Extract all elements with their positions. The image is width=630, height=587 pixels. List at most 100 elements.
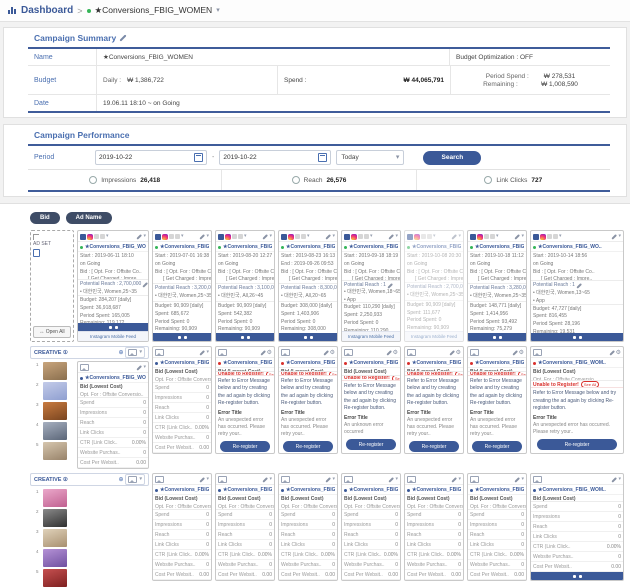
gear-icon[interactable]: ⚙ xyxy=(267,350,272,356)
metric-link-clicks[interactable]: Link Clicks 727 xyxy=(416,170,610,190)
audience-network-icon[interactable] xyxy=(547,234,552,239)
messenger-icon[interactable] xyxy=(427,234,432,239)
messenger-icon[interactable] xyxy=(238,234,243,239)
edit-pencil-icon[interactable] xyxy=(325,234,331,240)
messenger-icon[interactable] xyxy=(364,234,369,239)
bid-button[interactable]: Bid xyxy=(30,212,60,224)
audience-network-icon[interactable] xyxy=(232,234,237,239)
edit-pencil-icon[interactable] xyxy=(449,350,455,356)
chevron-down-icon[interactable]: ▾ xyxy=(269,234,272,239)
chevron-down-icon[interactable]: ▾ xyxy=(395,234,398,239)
messenger-icon[interactable] xyxy=(301,234,306,239)
edit-pencil-icon[interactable] xyxy=(388,234,394,240)
calendar-icon[interactable] xyxy=(194,153,203,162)
facebook-icon[interactable] xyxy=(281,234,287,240)
facebook-icon[interactable] xyxy=(407,234,413,240)
creative-thumbnail[interactable]: 4 xyxy=(43,549,67,567)
facebook-icon[interactable] xyxy=(344,234,350,240)
chevron-down-icon[interactable]: ▾ xyxy=(618,477,621,482)
edit-pencil-icon[interactable] xyxy=(142,282,146,288)
placement-select-chevron-icon[interactable]: ▾ xyxy=(559,234,562,239)
creative-thumbnail[interactable]: 2 xyxy=(43,509,67,527)
see-all-badge[interactable]: See All xyxy=(581,381,599,388)
edit-pencil-icon[interactable] xyxy=(386,350,392,356)
placement-select-chevron-icon[interactable]: ▾ xyxy=(244,234,247,239)
instagram-icon[interactable] xyxy=(540,234,546,240)
placement-select-chevron-icon[interactable]: ▾ xyxy=(496,234,499,239)
placement-select-chevron-icon[interactable]: ▾ xyxy=(370,234,373,239)
radio-impressions[interactable] xyxy=(89,176,97,184)
audience-network-icon[interactable] xyxy=(421,234,426,239)
edit-pencil-icon[interactable] xyxy=(387,283,393,289)
gear-icon[interactable]: ⚙ xyxy=(456,350,461,356)
edit-pencil-icon[interactable] xyxy=(451,234,457,240)
creative-thumbnail[interactable]: 2 xyxy=(43,382,67,400)
chevron-down-icon[interactable]: ▾ xyxy=(206,477,209,482)
platform-bar[interactable] xyxy=(468,333,526,341)
period-start-input[interactable]: 2019-10-22 xyxy=(95,150,207,165)
calendar-icon[interactable] xyxy=(318,153,327,162)
audience-network-icon[interactable] xyxy=(94,234,99,239)
creative-thumbnail[interactable]: 5 xyxy=(43,569,67,587)
radio-link-clicks[interactable] xyxy=(484,176,492,184)
chevron-down-icon[interactable]: ▾ xyxy=(618,234,621,239)
chevron-down-icon[interactable]: ▾ xyxy=(458,234,461,239)
edit-pencil-icon[interactable] xyxy=(514,477,520,483)
instagram-icon[interactable] xyxy=(87,234,93,240)
duplicate-icon[interactable]: ⊕ xyxy=(118,477,123,483)
re-register-button[interactable]: Re-register xyxy=(472,441,522,452)
platform-bar[interactable] xyxy=(531,333,623,341)
edit-pencil-icon[interactable] xyxy=(199,234,205,240)
platform-bar[interactable] xyxy=(531,572,623,580)
audience-network-icon[interactable] xyxy=(169,234,174,239)
chevron-down-icon[interactable]: ▾ xyxy=(332,234,335,239)
gear-icon[interactable]: ⚙ xyxy=(393,350,398,356)
chevron-down-icon[interactable]: ▾ xyxy=(521,477,524,482)
messenger-icon[interactable] xyxy=(490,234,495,239)
edit-pencil-icon[interactable] xyxy=(199,350,205,356)
audience-network-icon[interactable] xyxy=(295,234,300,239)
edit-pencil-icon[interactable] xyxy=(611,234,617,240)
chevron-down-icon[interactable]: ▾ xyxy=(143,234,146,239)
metric-impressions[interactable]: Impressions 26,418 xyxy=(28,170,221,190)
edit-pencil-icon[interactable] xyxy=(512,350,518,356)
re-register-button[interactable]: Re-register xyxy=(283,441,333,452)
facebook-icon[interactable] xyxy=(80,234,86,240)
creative-view-select[interactable]: ▾ xyxy=(125,347,145,358)
chevron-down-icon[interactable]: ▾ xyxy=(216,7,220,14)
search-button[interactable]: Search xyxy=(423,151,481,165)
edit-pencil-icon[interactable] xyxy=(323,350,329,356)
gear-icon[interactable]: ⚙ xyxy=(616,350,621,356)
re-register-button[interactable]: Re-register xyxy=(220,441,270,452)
messenger-icon[interactable] xyxy=(175,234,180,239)
duplicate-icon[interactable]: ⊕ xyxy=(118,350,123,356)
edit-pencil-icon[interactable] xyxy=(136,365,142,371)
chevron-down-icon[interactable]: ▾ xyxy=(521,234,524,239)
campaign-selector[interactable]: ★Conversions_FBIG_WOMEN xyxy=(95,5,213,16)
placement-select-chevron-icon[interactable]: ▾ xyxy=(181,234,184,239)
placement-select-chevron-icon[interactable]: ▾ xyxy=(106,234,109,239)
re-register-button[interactable]: Re-register xyxy=(346,439,396,450)
chevron-down-icon[interactable]: ▾ xyxy=(332,477,335,482)
chevron-down-icon[interactable]: ▾ xyxy=(269,477,272,482)
edit-pencil-icon[interactable] xyxy=(260,350,266,356)
instagram-icon[interactable] xyxy=(225,234,231,240)
re-register-button[interactable]: Re-register xyxy=(537,439,616,450)
instagram-icon[interactable] xyxy=(351,234,357,240)
range-preset-select[interactable]: Today ▾ xyxy=(336,150,404,165)
creative-thumbnail[interactable]: 1 xyxy=(43,362,67,380)
chevron-down-icon[interactable]: ▾ xyxy=(206,234,209,239)
edit-pencil-icon[interactable] xyxy=(325,477,331,483)
creative-thumbnail[interactable]: 3 xyxy=(43,402,67,420)
audience-network-icon[interactable] xyxy=(484,234,489,239)
audience-network-icon[interactable] xyxy=(358,234,363,239)
chevron-down-icon[interactable]: ▾ xyxy=(458,477,461,482)
placement-select-chevron-icon[interactable]: ▾ xyxy=(433,234,436,239)
edit-pencil-icon[interactable] xyxy=(514,234,520,240)
platform-bar[interactable] xyxy=(279,333,337,341)
creative-view-select[interactable]: ▾ xyxy=(125,474,145,485)
facebook-icon[interactable] xyxy=(218,234,224,240)
creative-thumbnail[interactable]: 1 xyxy=(43,489,67,507)
ad-name-button[interactable]: Ad Name xyxy=(66,212,112,224)
edit-pencil-icon[interactable] xyxy=(262,234,268,240)
